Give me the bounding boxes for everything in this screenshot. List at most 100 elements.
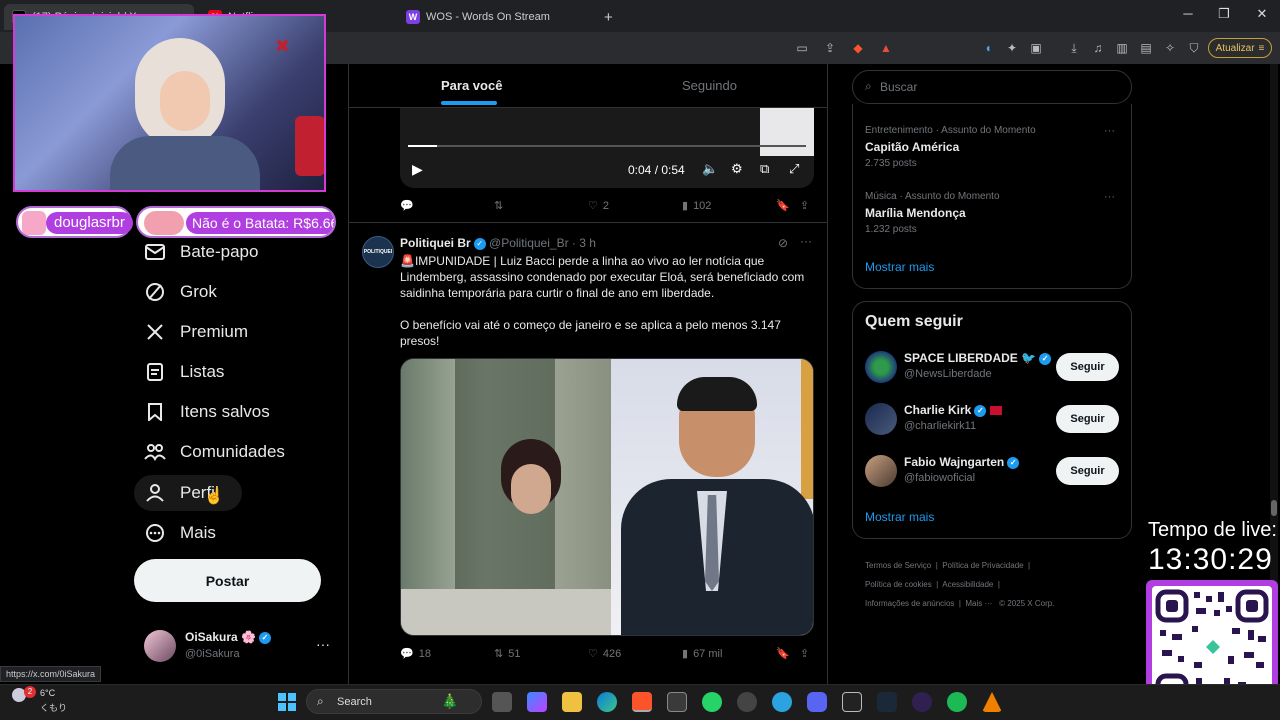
audio-icon[interactable]: ◖ — [980, 40, 996, 56]
footer-link[interactable]: Mais ··· — [965, 599, 992, 608]
settings-app-icon[interactable] — [737, 692, 757, 712]
follow-name[interactable]: Fabio Wajngarten ✓ — [904, 455, 1020, 469]
extensions-icon[interactable]: ✦ — [1004, 40, 1020, 56]
bookmark-button[interactable]: 🔖 — [776, 647, 790, 660]
post-button[interactable]: Postar — [134, 559, 321, 602]
search-input[interactable]: ⌕ Buscar — [852, 70, 1132, 104]
brave-rewards-icon[interactable]: ▲ — [878, 40, 894, 56]
telegram-icon[interactable] — [772, 692, 792, 712]
cast-icon[interactable]: ▭ — [794, 40, 810, 56]
video-player[interactable]: ▶ 0:04 / 0:54 🔈 ⚙ ⧉ ⤢ — [400, 108, 814, 188]
tweet-handle[interactable]: @Politiquei_Br — [489, 236, 569, 250]
follow-button[interactable]: Seguir — [1056, 353, 1119, 381]
nav-listas[interactable]: Listas — [134, 354, 234, 390]
weather-desc: くもり — [40, 703, 68, 713]
taskbar-search[interactable]: ⌕ Search 🎄 — [306, 689, 482, 714]
nav-grok[interactable]: Grok — [134, 274, 227, 310]
tweet-video-thumbnail[interactable] — [400, 358, 814, 636]
tab-wos[interactable]: W WOS - Words On Stream — [398, 4, 598, 30]
verified-icon: ✓ — [1039, 352, 1052, 365]
more-dots-icon[interactable]: ··· — [800, 234, 812, 248]
discord-icon[interactable] — [807, 692, 827, 712]
more-dots-icon[interactable]: ··· — [1104, 191, 1115, 203]
tab-para-voce[interactable]: Para você — [441, 78, 502, 93]
trend-title[interactable]: Capitão América — [865, 140, 959, 154]
tweet-author[interactable]: Politiquei Br — [400, 236, 471, 250]
settings-icon[interactable]: ⚙ — [731, 161, 743, 177]
retweet-button[interactable]: ⇅ 51 — [494, 647, 520, 661]
minimize-icon[interactable]: ─ — [1178, 6, 1198, 21]
leo-icon[interactable]: ✧ — [1162, 40, 1178, 56]
show-more-link[interactable]: Mostrar mais — [865, 260, 934, 274]
new-tab-button[interactable]: + — [596, 4, 621, 30]
trend-title[interactable]: Marília Mendonça — [865, 206, 966, 220]
steam-icon[interactable] — [877, 692, 897, 712]
account-switcher[interactable]: OiSakura 🌸 ✓ @0iSakura ··· — [140, 626, 336, 666]
avatar[interactable] — [865, 403, 897, 435]
nav-perfil[interactable]: Perfil — [134, 475, 242, 511]
play-icon[interactable]: ▶ — [412, 161, 423, 178]
views-button[interactable]: ▮ 102 — [682, 199, 711, 213]
footer-link[interactable]: Acessibilidade — [942, 580, 993, 589]
footer-link[interactable]: Termos de Serviço — [865, 561, 931, 570]
bookmark-button[interactable]: 🔖 — [776, 199, 790, 212]
follow-button[interactable]: Seguir — [1056, 405, 1119, 433]
obs-icon[interactable] — [912, 692, 932, 712]
music-icon[interactable]: ♫ — [1090, 40, 1106, 56]
nav-bate-papo[interactable]: Bate-papo — [134, 234, 268, 270]
store-icon[interactable] — [667, 692, 687, 712]
avatar[interactable] — [865, 455, 897, 487]
reply-button[interactable]: 💬 — [400, 199, 419, 212]
edge-icon[interactable] — [597, 692, 617, 712]
copilot-icon[interactable] — [527, 692, 547, 712]
share-button[interactable]: ⇪ — [800, 199, 809, 212]
maximize-icon[interactable]: ❐ — [1214, 6, 1234, 22]
like-button[interactable]: ♡ 426 — [588, 647, 621, 661]
nav-itens-salvos[interactable]: Itens salvos — [134, 394, 280, 430]
like-button[interactable]: ♡ 2 — [588, 199, 609, 213]
screenshot-icon[interactable]: ▣ — [1028, 40, 1044, 56]
app-icon[interactable] — [842, 692, 862, 712]
close-window-icon[interactable]: ✕ — [1252, 6, 1272, 22]
file-explorer-icon[interactable] — [562, 692, 582, 712]
nav-comunidades[interactable]: Comunidades — [134, 434, 295, 470]
footer-link[interactable]: Política de cookies — [865, 580, 932, 589]
reply-button[interactable]: 💬 18 — [400, 647, 431, 661]
spotify-icon[interactable] — [947, 692, 967, 712]
volume-icon[interactable]: 🔈 — [702, 161, 718, 177]
nav-mais[interactable]: Mais — [134, 515, 226, 551]
follow-button[interactable]: Seguir — [1056, 457, 1119, 485]
sidebar-icon[interactable]: ▥ — [1114, 40, 1130, 56]
brave-shield-icon[interactable]: ◆ — [850, 40, 866, 56]
follow-name[interactable]: Charlie Kirk ✓ — [904, 403, 1002, 417]
task-view-icon[interactable] — [492, 692, 512, 712]
pip-icon[interactable]: ⧉ — [760, 161, 769, 177]
politiquei-avatar[interactable]: POLITIQUEI — [362, 236, 394, 268]
grok-tweet-icon[interactable]: ⊘ — [778, 236, 788, 250]
download-icon[interactable]: ⤓ — [1066, 40, 1082, 56]
brave-icon[interactable] — [632, 692, 652, 712]
footer-link[interactable]: Política de Privacidade — [942, 561, 1023, 570]
views-button[interactable]: ▮ 67 mil — [682, 647, 722, 661]
nav-premium[interactable]: Premium — [134, 314, 258, 350]
video-progress-track[interactable] — [408, 145, 806, 147]
whatsapp-icon[interactable] — [702, 692, 722, 712]
follow-name[interactable]: SPACE LIBERDADE 🐦 ✓ — [904, 351, 1052, 365]
more-dots-icon[interactable]: ··· — [1104, 125, 1115, 137]
show-more-link[interactable]: Mostrar mais — [865, 510, 934, 524]
tab-seguindo[interactable]: Seguindo — [682, 78, 737, 93]
fullscreen-icon[interactable]: ⤢ — [789, 161, 799, 177]
tweet-time[interactable]: · 3 h — [572, 236, 596, 250]
vpn-icon[interactable]: ⛉ — [1186, 40, 1202, 56]
windows-start-icon[interactable] — [277, 692, 297, 712]
streamer-body — [110, 136, 260, 190]
footer-link[interactable]: Informações de anúncios — [865, 599, 954, 608]
share-icon[interactable]: ⇪ — [822, 40, 838, 56]
avatar[interactable] — [865, 351, 897, 383]
share-button[interactable]: ⇪ — [800, 647, 809, 660]
update-button[interactable]: Atualizar ≡ — [1208, 38, 1272, 58]
retweet-button[interactable]: ⇅ — [494, 199, 508, 212]
wallet-icon[interactable]: ▤ — [1138, 40, 1154, 56]
more-dots-icon[interactable]: ··· — [316, 636, 330, 652]
scrollbar-thumb[interactable] — [1271, 500, 1277, 516]
